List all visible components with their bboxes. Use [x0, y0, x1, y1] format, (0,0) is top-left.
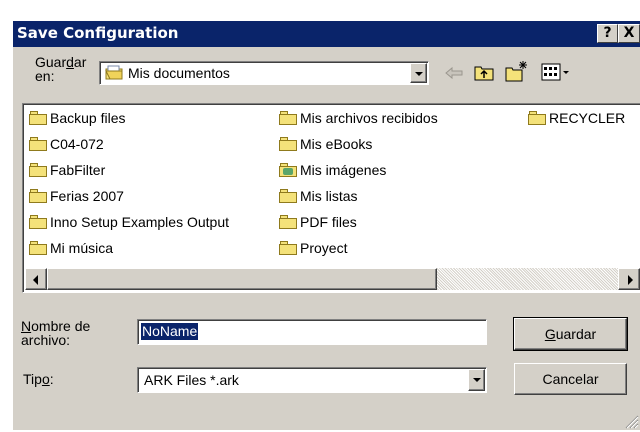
list-item[interactable]: Mis eBooks	[279, 136, 372, 154]
cancel-button[interactable]: Cancelar	[514, 363, 627, 395]
list-item[interactable]: C04-072	[29, 136, 104, 154]
file-name: FabFilter	[50, 162, 106, 178]
list-item[interactable]: FabFilter	[29, 162, 105, 180]
filename-label-line2: archivo:	[21, 332, 71, 348]
folder-icon	[29, 137, 48, 151]
close-button[interactable]: X	[618, 24, 640, 43]
list-item[interactable]: Proyect	[279, 240, 347, 258]
filename-value: NoName	[141, 323, 199, 340]
save-button-label: uardar	[555, 326, 597, 342]
save-in-value: Mis documentos	[128, 65, 230, 81]
file-name: C04-072	[50, 136, 104, 152]
list-item[interactable]: Mi música	[29, 240, 113, 258]
filetype-label: Tipo:	[23, 372, 54, 386]
folder-icon	[29, 111, 48, 125]
list-item[interactable]: Mis archivos recibidos	[279, 110, 438, 128]
horizontal-scrollbar[interactable]	[25, 268, 640, 290]
file-name: PDF files	[300, 214, 357, 230]
folder-icon	[528, 111, 547, 125]
list-item[interactable]: Ferias 2007	[29, 188, 124, 206]
view-menu-icon[interactable]	[541, 62, 571, 82]
folder-icon	[279, 189, 298, 203]
folder-icon	[279, 137, 298, 151]
folder-icon	[29, 163, 48, 177]
save-in-label: Guardar en:	[35, 55, 86, 83]
folder-icon	[29, 241, 48, 255]
file-name: Backup files	[50, 110, 126, 126]
filename-input[interactable]: NoName	[137, 319, 487, 345]
file-name: Mis imágenes	[300, 162, 387, 178]
back-arrow-icon[interactable]	[445, 66, 463, 80]
save-dialog: Save Configuration ? X Guardar en: Mis d…	[12, 20, 640, 430]
file-name: Inno Setup Examples Output	[50, 214, 229, 230]
file-name: Mis listas	[300, 188, 358, 204]
folder-icon	[279, 215, 298, 229]
scroll-left-button[interactable]	[25, 268, 47, 290]
folder-icon	[29, 215, 48, 229]
save-in-label-line2: en:	[35, 68, 55, 84]
save-button[interactable]: Guardar	[513, 317, 628, 351]
save-button-accel: G	[544, 326, 556, 342]
up-folder-icon[interactable]	[474, 63, 494, 81]
list-item[interactable]: PDF files	[279, 214, 357, 232]
filetype-label-accel: o	[41, 371, 50, 387]
folder-icon	[29, 189, 48, 203]
filename-label: Nombre de archivo:	[21, 319, 90, 347]
folder-icon	[279, 241, 298, 255]
folder-icon	[279, 111, 298, 125]
list-item[interactable]: Mis imágenes	[279, 162, 386, 180]
filetype-label-part: :	[49, 371, 54, 387]
file-name: Mi música	[50, 240, 114, 256]
file-list[interactable]: Backup files C04-072 FabFilter Ferias 20…	[22, 103, 640, 293]
save-in-dropdown-button[interactable]	[410, 63, 427, 83]
save-in-combo[interactable]: Mis documentos	[99, 61, 429, 85]
list-item[interactable]: RECYCLER	[528, 110, 625, 128]
save-in-label-part: ar	[73, 54, 87, 70]
file-name: Proyect	[300, 240, 348, 256]
file-name: Mis archivos recibidos	[300, 110, 438, 126]
filetype-value: ARK Files *.ark	[144, 372, 239, 388]
scrollbar-thumb[interactable]	[47, 268, 437, 290]
filetype-dropdown-button[interactable]	[468, 369, 485, 391]
file-name: Mis eBooks	[300, 136, 373, 152]
help-button[interactable]: ?	[597, 24, 618, 43]
resize-grip-icon[interactable]	[623, 413, 639, 429]
window-title: Save Configuration	[17, 24, 179, 42]
my-documents-icon	[105, 65, 123, 80]
file-name: RECYCLER	[549, 110, 626, 126]
save-in-label-accel: d	[66, 54, 74, 70]
filetype-combo[interactable]: ARK Files *.ark	[137, 367, 487, 393]
pictures-folder-icon	[279, 163, 298, 177]
list-item[interactable]: Inno Setup Examples Output	[29, 214, 229, 232]
scroll-right-button[interactable]	[618, 268, 640, 290]
list-item[interactable]: Mis listas	[279, 188, 358, 206]
new-folder-icon[interactable]	[505, 60, 529, 82]
list-item[interactable]: Backup files	[29, 110, 125, 128]
filetype-label-part: Tip	[23, 371, 42, 387]
title-bar[interactable]: Save Configuration ? X	[13, 21, 640, 47]
file-name: Ferias 2007	[50, 188, 124, 204]
